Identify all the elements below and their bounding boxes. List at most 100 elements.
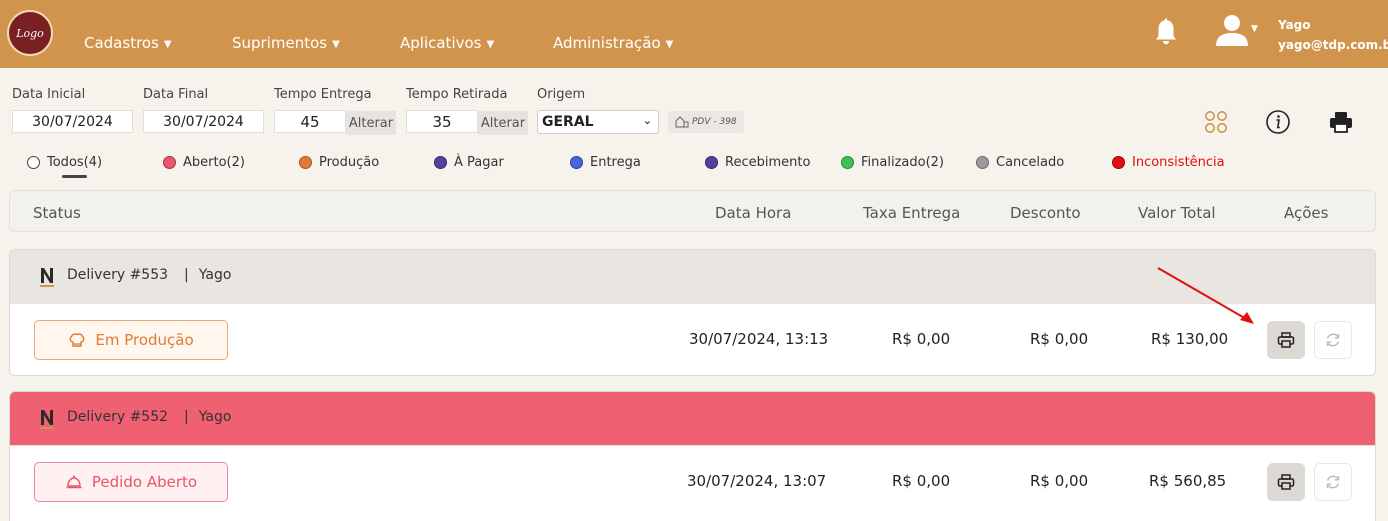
pdv-badge[interactable]: PDV - 398	[668, 111, 744, 133]
menu-cadastros-label: Cadastros	[84, 34, 159, 52]
tempo-retirada-alterar-button[interactable]: Alterar	[478, 111, 528, 135]
order-customer: Yago	[198, 409, 232, 425]
caret-down-icon: ▼	[486, 39, 495, 50]
tab-finalizado-label: Finalizado(2)	[861, 155, 944, 170]
tempo-entrega-alterar-button[interactable]: Alterar	[346, 111, 396, 135]
status-dot	[841, 156, 854, 169]
caret-down-icon: ▼	[163, 39, 172, 50]
header-status: Status	[33, 204, 81, 222]
tempo-retirada-input[interactable]: 35	[406, 110, 478, 133]
header-taxa-entrega: Taxa Entrega	[863, 204, 961, 222]
header-data-hora: Data Hora	[715, 204, 792, 222]
user-email: yago@tdp.com.br	[1278, 38, 1388, 52]
refresh-order-button[interactable]	[1314, 463, 1352, 501]
origem-label: Origem	[537, 87, 586, 102]
menu-cadastros[interactable]: Cadastros ▼	[84, 34, 172, 52]
table-header: Status Data Hora Taxa Entrega Desconto V…	[9, 190, 1376, 232]
pdv-label: PDV - 398	[692, 117, 737, 127]
tab-recebimento-label: Recebimento	[725, 155, 811, 170]
data-final-label: Data Final	[143, 87, 209, 102]
order-card-body: Em Produção 30/07/2024, 13:13 R$ 0,00 R$…	[10, 303, 1375, 375]
tab-inconsistencia[interactable]: Inconsistência	[1112, 155, 1225, 170]
print-order-button[interactable]	[1267, 321, 1305, 359]
top-navbar: Logo Cadastros ▼ Suprimentos ▼ Aplicativos…	[0, 0, 1388, 68]
order-datetime: 30/07/2024, 13:07	[687, 472, 827, 490]
menu-aplicativos[interactable]: Aplicativos ▼	[400, 34, 494, 52]
chef-hat-icon	[69, 333, 85, 347]
refresh-order-button[interactable]	[1314, 321, 1352, 359]
user-menu-caret-icon[interactable]: ▼	[1251, 24, 1258, 34]
print-order-button[interactable]	[1267, 463, 1305, 501]
menu-suprimentos[interactable]: Suprimentos ▼	[232, 34, 340, 52]
tab-cancelado[interactable]: Cancelado	[976, 155, 1064, 170]
status-dot	[434, 156, 447, 169]
chevron-down-icon: ⌄	[642, 114, 652, 127]
order-card-body: Pedido Aberto 30/07/2024, 13:07 R$ 0,00 …	[10, 445, 1375, 521]
tab-producao[interactable]: Produção	[299, 155, 379, 170]
order-customer: Yago	[198, 267, 232, 283]
brand-logo-icon	[40, 410, 54, 429]
tab-entrega-label: Entrega	[590, 155, 641, 170]
status-dot	[705, 156, 718, 169]
tab-todos[interactable]: Todos(4)	[27, 155, 102, 170]
food-tray-icon	[66, 475, 82, 489]
separator: |	[184, 267, 189, 283]
header-desconto: Desconto	[1010, 204, 1081, 222]
status-label: Em Produção	[95, 331, 194, 349]
origem-selected-value: GERAL	[542, 114, 594, 130]
origem-select[interactable]: GERAL ⌄	[537, 110, 659, 134]
tab-entrega[interactable]: Entrega	[570, 155, 641, 170]
refresh-icon	[1326, 475, 1340, 489]
tab-a-pagar[interactable]: À Pagar	[434, 155, 504, 170]
menu-administracao-label: Administração	[553, 34, 661, 52]
status-badge-em-producao[interactable]: Em Produção	[34, 320, 228, 360]
printer-icon[interactable]	[1328, 109, 1354, 135]
data-inicial-input[interactable]: 30/07/2024	[12, 110, 133, 133]
logo[interactable]: Logo	[7, 10, 53, 56]
menu-aplicativos-label: Aplicativos	[400, 34, 482, 52]
tab-inconsistencia-label: Inconsistência	[1132, 155, 1225, 170]
header-valor-total: Valor Total	[1138, 204, 1216, 222]
separator: |	[184, 409, 189, 425]
tab-todos-label: Todos(4)	[47, 155, 103, 170]
tab-cancelado-label: Cancelado	[996, 155, 1065, 170]
tempo-entrega-input[interactable]: 45	[274, 110, 346, 133]
pdv-icon	[675, 116, 689, 128]
tab-finalizado[interactable]: Finalizado(2)	[841, 155, 944, 170]
data-final-input[interactable]: 30/07/2024	[143, 110, 264, 133]
order-valor-total: R$ 560,85	[1149, 472, 1227, 490]
menu-administracao[interactable]: Administração ▼	[553, 34, 673, 52]
order-card-header: Delivery #552 | Yago	[10, 392, 1375, 445]
order-card: Delivery #552 | Yago Pedido Aberto 30/07/2…	[9, 391, 1376, 521]
status-badge-pedido-aberto[interactable]: Pedido Aberto	[34, 462, 228, 502]
order-taxa-entrega: R$ 0,00	[892, 330, 951, 348]
status-colors-icon[interactable]	[1203, 109, 1229, 135]
tab-aberto-label: Aberto(2)	[183, 155, 245, 170]
status-dot	[570, 156, 583, 169]
order-number: Delivery #553	[67, 267, 169, 283]
tab-recebimento[interactable]: Recebimento	[705, 155, 810, 170]
logo-text: Logo	[16, 26, 44, 40]
header-acoes: Ações	[1284, 204, 1329, 222]
tab-a-pagar-label: À Pagar	[454, 155, 504, 170]
bell-icon[interactable]	[1154, 17, 1178, 45]
printer-icon	[1277, 474, 1295, 490]
tab-aberto[interactable]: Aberto(2)	[163, 155, 245, 170]
menu-suprimentos-label: Suprimentos	[232, 34, 328, 52]
user-icon[interactable]	[1214, 14, 1250, 46]
caret-down-icon: ▼	[665, 39, 674, 50]
refresh-icon	[1326, 333, 1340, 347]
info-icon[interactable]	[1265, 109, 1291, 135]
brand-logo-icon	[40, 268, 54, 287]
active-tab-indicator	[62, 175, 87, 178]
tab-producao-label: Produção	[319, 155, 380, 170]
order-valor-total: R$ 130,00	[1151, 330, 1229, 348]
order-card-header: Delivery #553 | Yago	[10, 250, 1375, 303]
tempo-entrega-label: Tempo Entrega	[274, 87, 372, 102]
order-title: Delivery #553 | Yago	[67, 267, 231, 283]
data-inicial-label: Data Inicial	[12, 87, 86, 102]
order-datetime: 30/07/2024, 13:13	[689, 330, 829, 348]
printer-icon	[1277, 332, 1295, 348]
caret-down-icon: ▼	[332, 39, 340, 50]
status-dot	[1112, 156, 1125, 169]
